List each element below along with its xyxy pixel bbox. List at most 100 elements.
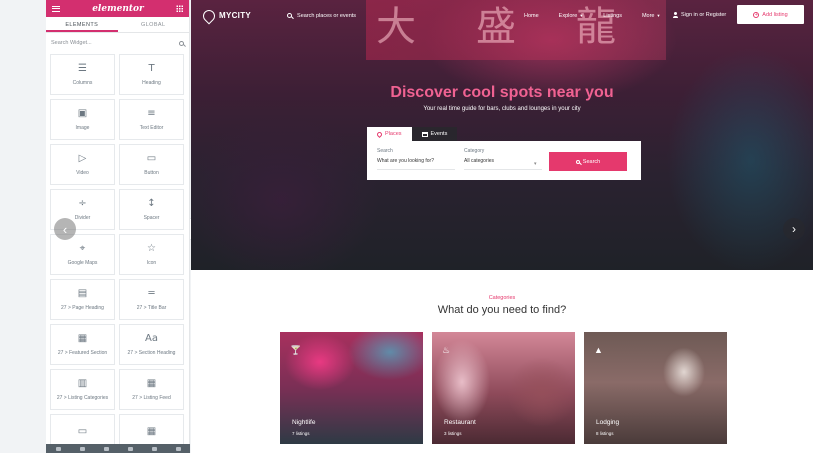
panel-tabs: ELEMENTS GLOBAL — [46, 17, 189, 33]
category-card-nightlife[interactable]: 🍸 Nightlife 7 listings — [280, 332, 423, 444]
widget-tile[interactable]: ≡ Text Editor — [119, 99, 184, 140]
widget-tile[interactable]: ▦ 27 > Listing Feed — [119, 369, 184, 410]
field-underline — [464, 169, 542, 170]
cocktail-icon: 🍸 — [290, 345, 302, 355]
chef-hat-icon: ♨ — [442, 345, 451, 355]
hero-section: 大盛龍 MYCITY Search places or events Home … — [191, 0, 813, 270]
widget-tile[interactable]: ▣ Image — [50, 99, 115, 140]
settings-icon[interactable] — [55, 446, 61, 451]
map-pin-logo-icon — [200, 7, 218, 24]
category-card-lodging[interactable]: ▲ Lodging 8 listings — [584, 332, 727, 444]
search-button[interactable]: Search — [549, 152, 627, 171]
widget-tile[interactable]: ▤ 27 > Page Heading — [50, 279, 115, 320]
widget-search-placeholder: Search Widget... — [51, 40, 92, 46]
section-heading-icon: Aa — [145, 333, 158, 344]
search-tabs: Places Events — [367, 127, 458, 141]
apps-grid-icon[interactable] — [175, 5, 183, 12]
google-maps-icon: ⌖ — [79, 243, 86, 254]
plus-circle-icon: + — [753, 11, 760, 18]
widget-tile[interactable]: Aa 27 > Section Heading — [119, 324, 184, 365]
preview-icon[interactable] — [151, 446, 157, 451]
widget-label: 27 > Featured Section — [57, 350, 108, 356]
divider-icon: ÷ — [78, 198, 87, 209]
header-search[interactable]: Search places or events — [287, 13, 356, 19]
hero-subtitle: Your real time guide for bars, clubs and… — [423, 106, 581, 112]
widget-tile[interactable]: ⌖ Google Maps — [50, 234, 115, 275]
page-heading-icon: ▤ — [77, 288, 88, 299]
nav-listings[interactable]: Listings — [603, 13, 622, 19]
widget-label: Divider — [74, 215, 91, 221]
widget-grid: ☰ Columns T Heading ▣ Image ≡ Text Editor ▷ Video… — [46, 50, 189, 453]
widget-tile[interactable]: T Heading — [119, 54, 184, 95]
logo-text: MYCITY — [219, 11, 252, 20]
tab-events-label: Events — [430, 131, 448, 137]
widget-label: Button — [144, 170, 159, 176]
hero-title: Discover cool spots near you — [390, 84, 614, 101]
site-logo[interactable]: MYCITY — [200, 7, 252, 24]
widget-tile[interactable]: ▭ Button — [119, 144, 184, 185]
featured-section-icon: ▦ — [77, 333, 88, 344]
widget-label: Columns — [72, 80, 93, 86]
text-editor-icon: ≡ — [147, 108, 156, 119]
add-listing-button[interactable]: + Add listing — [737, 5, 804, 24]
map-pin-icon — [375, 130, 384, 138]
widget-tile[interactable]: ▷ Video — [50, 144, 115, 185]
widget-search-input[interactable]: Search Widget... — [46, 36, 189, 50]
widget-label: Heading — [142, 80, 161, 86]
listing-feed-icon: ▦ — [146, 378, 157, 389]
menu-icon[interactable] — [52, 5, 60, 12]
nav-home[interactable]: Home — [524, 13, 539, 19]
card-title: Lodging — [596, 419, 620, 426]
signin-link[interactable]: Sign in or Register — [673, 12, 726, 18]
widget-label: Video — [76, 170, 89, 176]
tab-global[interactable]: GLOBAL — [118, 17, 190, 32]
lodging-icon: ▲ — [594, 345, 603, 355]
next-arrow-button[interactable]: › — [783, 218, 805, 240]
card-count: 3 listings — [444, 431, 462, 436]
tab-elements[interactable]: ELEMENTS — [46, 17, 118, 32]
history-icon[interactable] — [103, 446, 109, 451]
widget-label: Text Editor — [139, 125, 164, 131]
button-icon: ▭ — [146, 153, 157, 164]
tab-events[interactable]: Events — [411, 127, 458, 141]
tab-places[interactable]: Places — [367, 127, 412, 141]
category-card-restaurant[interactable]: ♨ Restaurant 3 listings — [432, 332, 575, 444]
widget-label: 27 > Listing Categories — [56, 395, 109, 401]
widget-tile[interactable]: ↕ Spacer — [119, 189, 184, 230]
panel-footer — [46, 444, 190, 453]
nav-more[interactable]: More ▼ — [642, 13, 661, 19]
widget-tile[interactable]: ☆ Icon — [119, 234, 184, 275]
search-icon — [287, 13, 293, 18]
chevron-down-icon: ▾ — [534, 161, 537, 167]
search-icon — [179, 40, 184, 46]
chevron-down-icon: ▼ — [579, 12, 584, 18]
icon-widget-icon: ☆ — [147, 243, 156, 254]
categories-kicker: Categories — [488, 295, 516, 301]
site-preview: 大盛龍 MYCITY Search places or events Home … — [191, 0, 813, 453]
widget-icon: ▭ — [77, 426, 88, 437]
card-count: 8 listings — [596, 431, 614, 436]
nav-listings-label: Listings — [603, 12, 622, 19]
elementor-logo: elementor — [92, 3, 144, 14]
listing-search-form: Search What are you looking for? Categor… — [367, 141, 641, 180]
chevron-down-icon: ▼ — [656, 12, 661, 18]
keyword-field[interactable]: Search What are you looking for? — [377, 148, 455, 170]
widget-label: 27 > Section Heading — [127, 350, 176, 356]
widget-tile[interactable]: ▦ 27 > Featured Section — [50, 324, 115, 365]
widget-tile[interactable]: ▥ 27 > Listing Categories — [50, 369, 115, 410]
card-title: Restaurant — [444, 419, 476, 426]
category-value: All categories — [464, 158, 495, 164]
widget-tile[interactable]: ☰ Columns — [50, 54, 115, 95]
widget-tile[interactable]: ═ 27 > Title Bar — [119, 279, 184, 320]
category-select[interactable]: Category All categories — [464, 148, 542, 170]
widget-label: Spacer — [143, 215, 160, 221]
responsive-icon[interactable] — [127, 446, 133, 451]
widget-label: Icon — [146, 260, 157, 266]
prev-arrow-button[interactable]: ‹ — [54, 218, 76, 240]
video-icon: ▷ — [78, 153, 87, 164]
nav-explore[interactable]: Explore ▼ — [559, 13, 584, 19]
user-icon — [673, 12, 678, 18]
calendar-icon — [421, 131, 428, 137]
update-button[interactable] — [175, 446, 181, 451]
navigator-icon[interactable] — [79, 446, 85, 451]
